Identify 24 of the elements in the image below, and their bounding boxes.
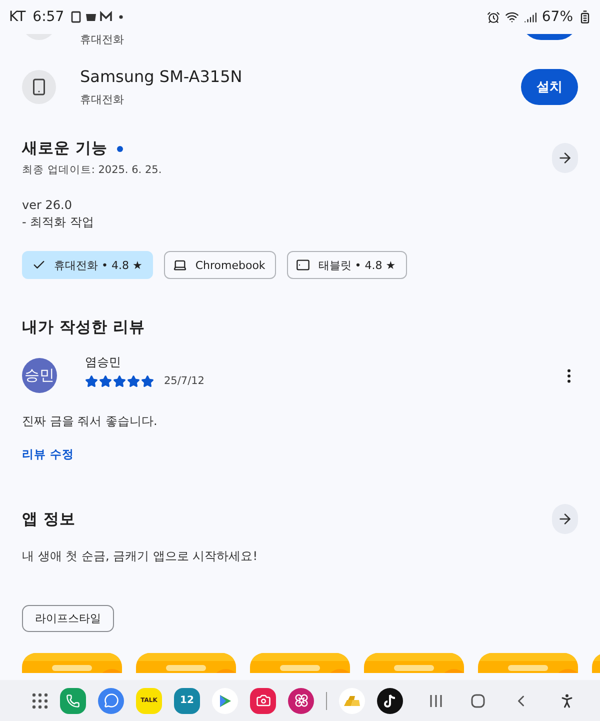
section-title: 내가 작성한 리뷰 <box>22 317 145 338</box>
avatar: 승민 <box>22 358 57 393</box>
app-description: 내 생애 첫 순금, 금캐기 앱으로 시작하세요! <box>22 548 259 565</box>
release-note-line: - 최적화 작업 <box>22 214 95 231</box>
edit-review-link[interactable]: 리뷰 수정 <box>22 447 74 462</box>
section-title: 앱 정보 <box>22 508 76 530</box>
review-text: 진짜 금을 줘서 좋습니다. <box>22 413 158 430</box>
update-date: 최종 업데이트: 2025. 6. 25. <box>22 163 162 177</box>
install-button[interactable]: 설치 <box>521 69 578 105</box>
device-type: 휴대전화 <box>80 34 124 46</box>
device-type: 휴대전화 <box>80 92 125 107</box>
review-date: 25/7/12 <box>164 375 204 387</box>
category-tag[interactable]: 라이프스타일 <box>22 605 114 632</box>
battery-percent: 67% <box>542 9 573 25</box>
clock: 6:57 <box>32 9 64 25</box>
section-title: 새로운 기능 <box>22 139 108 157</box>
device-chip[interactable]: 태블릿 • 4.8 ★ <box>287 251 407 279</box>
device-name: Samsung SM-A315N <box>80 67 244 86</box>
calendar-app-icon[interactable]: 12 <box>174 688 200 714</box>
device-chip[interactable]: 휴대전화 • 4.8 ★ <box>22 251 154 279</box>
reviewer-name: 염승민 <box>85 354 122 370</box>
carrier: KT <box>9 9 26 25</box>
device-chip[interactable]: Chromebook <box>164 251 276 279</box>
release-note-line: ver 26.0 <box>22 197 73 214</box>
